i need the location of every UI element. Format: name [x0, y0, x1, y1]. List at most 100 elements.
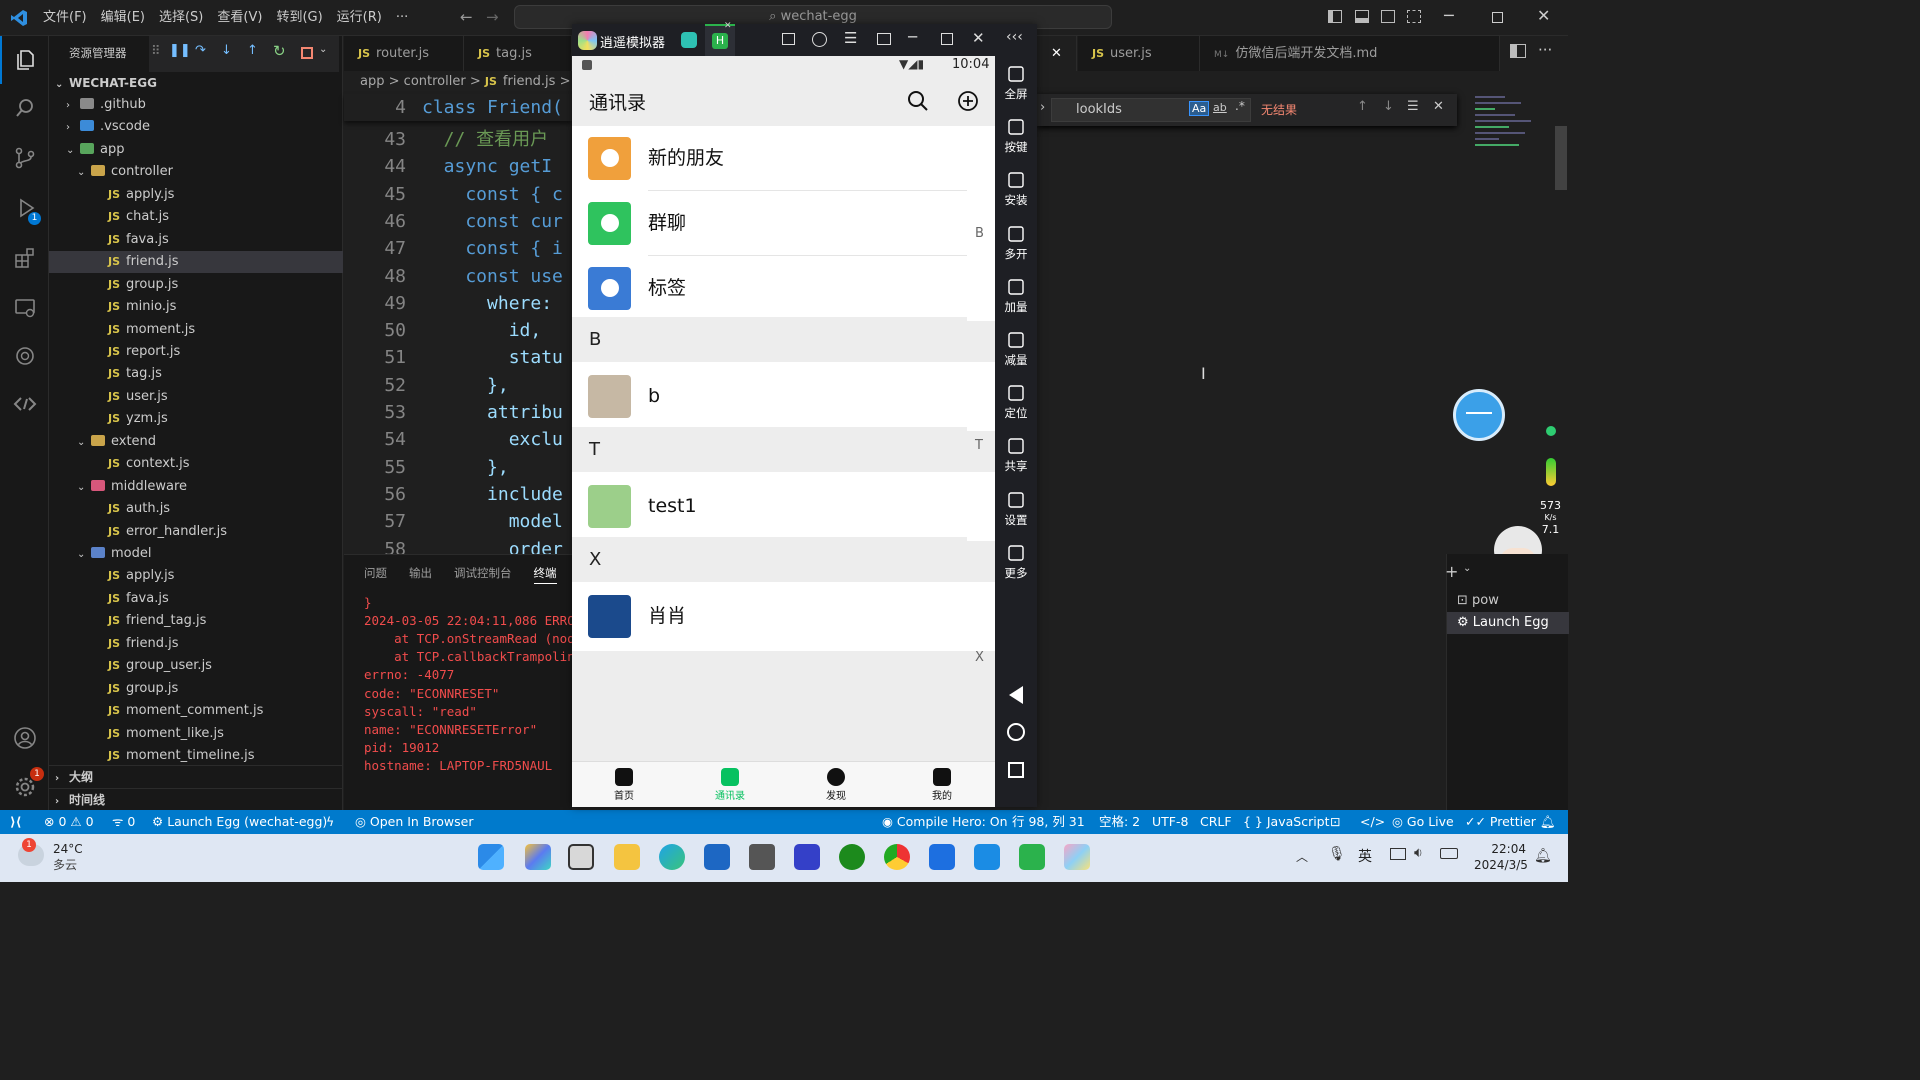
tab-tag[interactable]: JS tag.js	[464, 36, 572, 71]
code-line[interactable]: 47 const { i	[344, 235, 572, 262]
android-recents-icon[interactable]	[1008, 762, 1024, 778]
side-btn-volume-up[interactable]: 加量	[995, 277, 1037, 315]
split-editor-icon[interactable]	[1510, 44, 1526, 58]
clock[interactable]: 22:04 2024/3/5	[1474, 841, 1528, 873]
sticky-scroll-line[interactable]: 4 class Friend(	[344, 94, 572, 121]
editor-scrollbar[interactable]	[1555, 126, 1567, 190]
file-explorer-icon[interactable]	[614, 844, 640, 870]
file-item[interactable]: JS group.js	[49, 678, 343, 700]
stop-icon[interactable]	[301, 47, 313, 59]
chrome-icon[interactable]	[884, 844, 910, 870]
add-icon[interactable]	[956, 89, 980, 113]
file-item[interactable]: JS user.js	[49, 386, 343, 408]
ports-indicator[interactable]: ᯤ 0	[112, 810, 135, 834]
window-mode-icon[interactable]	[877, 33, 891, 45]
file-item[interactable]: JS yzm.js	[49, 408, 343, 430]
encoding[interactable]: UTF-8	[1152, 810, 1188, 834]
file-item[interactable]: JS auth.js	[49, 498, 343, 520]
file-item[interactable]: JS chat.js	[49, 206, 343, 228]
minimize-icon[interactable]: ─	[1444, 6, 1454, 25]
indentation[interactable]: 空格: 2	[1099, 810, 1140, 834]
file-item[interactable]: JS context.js	[49, 453, 343, 475]
display-icon[interactable]	[1390, 848, 1406, 860]
close-find-icon[interactable]: ✕	[1433, 99, 1444, 114]
folder-item[interactable]: ⌄ middleware	[49, 476, 343, 498]
file-item[interactable]: JS fava.js	[49, 588, 343, 610]
code-line[interactable]: 51 statu	[344, 344, 572, 371]
edge-icon[interactable]	[659, 844, 685, 870]
toggle-sidebar-icon[interactable]	[1328, 10, 1342, 23]
minimize-icon[interactable]: ─	[908, 28, 917, 46]
workspace-root[interactable]: ⌄ WECHAT-EGG	[49, 72, 343, 94]
folder-item[interactable]: ⌄ extend	[49, 431, 343, 453]
code-line[interactable]: 56 include	[344, 481, 572, 508]
run-debug-icon[interactable]: 1	[0, 184, 49, 232]
new-terminal-icon[interactable]: +	[1445, 562, 1458, 581]
android-home-icon[interactable]	[1007, 723, 1025, 741]
file-item[interactable]: JS moment_comment.js	[49, 700, 343, 722]
step-into-icon[interactable]: ↓	[221, 43, 232, 58]
code-line[interactable]: 54 exclu	[344, 426, 572, 453]
panel-tab[interactable]: 输出	[409, 566, 432, 580]
menu-item[interactable]: 转到(G)	[269, 0, 329, 36]
code-line[interactable]: 55 },	[344, 454, 572, 481]
file-item[interactable]: JS friend_tag.js	[49, 610, 343, 632]
terminal-item-pow[interactable]: ⊡ pow	[1447, 590, 1569, 612]
menu-icon[interactable]: ☰	[844, 29, 857, 47]
file-item[interactable]: JS apply.js	[49, 184, 343, 206]
close-tab-icon[interactable]: ✕	[724, 21, 732, 31]
side-btn-keyboard[interactable]: 按键	[995, 117, 1037, 155]
index-letter[interactable]: T	[975, 438, 983, 453]
file-item[interactable]: JS group_user.js	[49, 655, 343, 677]
file-item[interactable]: JS moment.js	[49, 319, 343, 341]
whole-word-toggle[interactable]: ab	[1213, 101, 1227, 114]
code-line[interactable]: 52 },	[344, 372, 572, 399]
file-item[interactable]: JS apply.js	[49, 565, 343, 587]
contacts-entry-tag[interactable]: 标签	[572, 256, 995, 321]
vscode-taskbar-icon[interactable]	[974, 844, 1000, 870]
contacts-entry-group[interactable]: 群聊	[572, 191, 995, 256]
go-live[interactable]: ◎ Go Live	[1392, 810, 1454, 834]
file-item[interactable]: JS moment_like.js	[49, 723, 343, 745]
find-in-selection-icon[interactable]: ☰	[1407, 99, 1419, 114]
nav-profile[interactable]: 我的	[912, 766, 972, 802]
code-line[interactable]: 50 id,	[344, 317, 572, 344]
panel-tab[interactable]: 调试控制台	[454, 566, 512, 580]
explorer-icon[interactable]	[0, 36, 49, 84]
toggle-secondary-sidebar-icon[interactable]	[1381, 10, 1395, 23]
file-item[interactable]: JS friend.js	[49, 251, 343, 274]
volume-icon[interactable]: 🔉︎	[1414, 845, 1423, 861]
open-in-browser[interactable]: ◎ Open In Browser	[355, 810, 474, 834]
screenshot-icon[interactable]	[782, 33, 795, 45]
breadcrumb[interactable]: app > controller > JS friend.js >	[360, 74, 571, 89]
cursor-position[interactable]: 行 98, 列 31	[1012, 810, 1085, 834]
android-back-icon[interactable]	[1009, 686, 1023, 704]
language-mode[interactable]: { } JavaScript	[1243, 810, 1330, 834]
tab-user[interactable]: JS user.js	[1078, 36, 1200, 71]
floating-assistant-button[interactable]	[1453, 389, 1505, 441]
menu-item[interactable]: ···	[389, 0, 415, 36]
match-case-toggle[interactable]: Aa	[1189, 101, 1210, 116]
menu-item[interactable]: 编辑(E)	[94, 0, 152, 36]
hbuilder-icon[interactable]	[1019, 844, 1045, 870]
contact-item[interactable]: test1	[572, 472, 995, 541]
folder-item[interactable]: ⌄ app	[49, 139, 343, 161]
panel-tab[interactable]: 问题	[364, 566, 387, 580]
maximize-icon[interactable]	[1492, 12, 1503, 23]
timeline-section[interactable]: › 时间线	[49, 788, 343, 810]
menu-item[interactable]: 选择(S)	[152, 0, 210, 36]
restart-icon[interactable]: ↻	[273, 42, 286, 60]
folder-item[interactable]: › .vscode	[49, 116, 343, 138]
forward-arrow-icon[interactable]: →	[486, 8, 499, 26]
folder-item[interactable]: ⌄ controller	[49, 161, 343, 183]
pycharm-p-icon[interactable]	[929, 844, 955, 870]
file-item[interactable]: JS error_handler.js	[49, 521, 343, 543]
outline-section[interactable]: › 大纲	[49, 765, 343, 787]
battery-icon[interactable]	[1440, 848, 1458, 859]
code-line[interactable]: 43 // 查看用户	[344, 126, 572, 153]
side-btn-gear[interactable]: 设置	[995, 490, 1037, 528]
extensions-icon[interactable]	[0, 234, 49, 282]
launch-config[interactable]: ⚙ Launch Egg (wechat-egg)	[152, 810, 327, 834]
microphone-icon[interactable]: 🎙︎	[1328, 846, 1346, 862]
pause-icon[interactable]: ❚❚	[169, 43, 191, 58]
